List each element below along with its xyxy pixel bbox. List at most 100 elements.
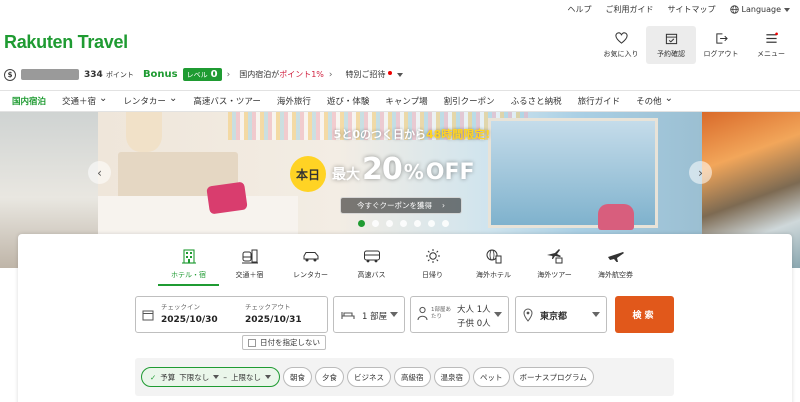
points-unit: ポイント <box>105 70 134 79</box>
location-pin-icon <box>523 308 533 322</box>
tab-overseas-flight[interactable]: 海外航空券 <box>585 246 646 286</box>
favorites-button[interactable]: お気に入り <box>596 26 646 64</box>
globe-hotel-icon <box>486 249 501 264</box>
filter-chip[interactable]: 高級宿 <box>394 367 431 387</box>
bonus-label[interactable]: Bonus <box>143 69 178 80</box>
tab-train-hotel[interactable]: 交通＋宿 <box>219 246 280 286</box>
date-range-field[interactable]: チェックイン 2025/10/30 チェックアウト 2025/10/31 <box>135 296 328 333</box>
filter-chip[interactable]: 温泉宿 <box>433 367 471 387</box>
nav-item[interactable]: 国内宿泊 <box>12 91 55 111</box>
budget-min: 下限なし <box>179 372 210 382</box>
checkout-date[interactable]: 2025/10/31 <box>245 315 302 325</box>
checkin-date[interactable]: 2025/10/30 <box>161 315 218 325</box>
filter-chip[interactable]: ビジネス <box>347 367 392 387</box>
tab-overseas-tour[interactable]: 海外ツアー <box>524 246 585 286</box>
carousel-prev-button[interactable]: ‹ <box>88 161 111 184</box>
carousel-dot[interactable] <box>358 220 365 227</box>
chevron-down-icon: ⌄ <box>99 93 108 104</box>
promo-highlight: ポイント1% <box>279 70 324 79</box>
reservation-button[interactable]: 予約確認 <box>646 26 696 64</box>
special-invite[interactable]: 特別ご招待 <box>346 69 403 80</box>
carousel-dot[interactable] <box>386 220 393 227</box>
points-promo[interactable]: 国内宿泊がポイント1% <box>239 69 324 80</box>
nav-item[interactable]: ふるさと納税 <box>511 91 571 111</box>
tab-overseas-hotel[interactable]: 海外ホテル <box>463 246 524 286</box>
plane-icon <box>607 252 624 262</box>
nav-item-label: ふるさと納税 <box>510 97 562 107</box>
destination-value: 東京都 <box>540 312 568 322</box>
rooms-select[interactable]: 1 部屋 <box>333 296 405 333</box>
per-room-label: 1部屋あたり <box>431 307 451 320</box>
points-value: 334 <box>84 69 103 80</box>
carousel-dot[interactable] <box>372 220 379 227</box>
filter-chip[interactable]: ペット <box>473 367 510 387</box>
menu-button[interactable]: メニュー <box>746 26 796 64</box>
guests-select[interactable]: 1部屋あたり 大人 1人 子供 0人 <box>410 296 509 333</box>
logout-button[interactable]: ログアウト <box>696 26 746 64</box>
chevron-down-icon <box>592 312 600 317</box>
calendar-check-icon <box>665 33 677 44</box>
checkbox-icon <box>248 338 256 347</box>
nav-item[interactable]: キャンプ場 <box>385 91 436 111</box>
guide-link[interactable]: ご利用ガイド <box>606 4 654 15</box>
search-button[interactable]: 検索 <box>615 296 674 333</box>
language-selector[interactable]: Language <box>729 5 790 14</box>
carousel-dot[interactable] <box>428 220 435 227</box>
filter-chip[interactable]: 夕食 <box>315 367 345 387</box>
budget-separator: – <box>223 372 228 382</box>
nav-item[interactable]: 割引クーポン <box>444 91 504 111</box>
tab-rental-car[interactable]: レンタカー <box>280 246 341 286</box>
tab-bus-label: 高速バス <box>357 271 386 279</box>
nav-item-label: 交通＋宿 <box>62 97 97 107</box>
plane-hotel-icon <box>546 249 562 264</box>
banner-headline: 5と0のつく日から48時間限定! <box>312 126 512 142</box>
chevron-right-icon: › <box>328 69 333 80</box>
budget-max: 上限なし <box>231 372 262 382</box>
logout-label: ログアウト <box>703 49 739 58</box>
no-date-checkbox[interactable]: 日付を指定しない <box>242 335 326 350</box>
banner-pillow <box>206 181 248 215</box>
favorites-label: お気に入り <box>603 49 639 58</box>
filter-chip[interactable]: ボーナスプログラム <box>512 367 594 387</box>
menu-icon <box>765 32 778 43</box>
get-coupon-button[interactable]: 今すぐクーポンを獲得 › <box>340 197 462 214</box>
train-hotel-icon <box>241 249 258 264</box>
tab-hotel[interactable]: ホテル・宿 <box>158 246 219 286</box>
today-badge: 本日 <box>290 156 326 192</box>
level-badge[interactable]: レベル 0 <box>182 68 222 81</box>
nav-item[interactable]: 旅行ガイド <box>578 91 630 111</box>
nav-item[interactable]: レンタカー ⌄ <box>123 91 186 111</box>
discount-text: 最大 20 % OFF <box>332 152 475 187</box>
nav-item-label: レンタカー <box>123 97 166 107</box>
level-value: 0 <box>210 69 218 80</box>
car-icon <box>303 252 318 262</box>
carousel-next-button[interactable]: › <box>689 161 712 184</box>
nav-item[interactable]: その他 ⌄ <box>636 91 682 111</box>
tab-day-trip[interactable]: 日帰り <box>402 246 463 286</box>
filter-chip[interactable]: 朝食 <box>283 367 313 387</box>
rakuten-travel-logo[interactable]: Rakuten Travel <box>4 32 128 53</box>
nav-item[interactable]: 遊び・体験 <box>327 91 379 111</box>
globe-icon <box>729 5 739 14</box>
nav-item[interactable]: 交通＋宿 ⌄ <box>62 91 116 111</box>
nav-item[interactable]: 海外旅行 <box>277 91 320 111</box>
carousel-dot[interactable] <box>400 220 407 227</box>
carousel-dot[interactable] <box>442 220 449 227</box>
nav-item[interactable]: 高速バス・ツアー <box>193 91 270 111</box>
main-nav: 国内宿泊 交通＋宿 ⌄ レンタカー ⌄ 高速バス・ツアー 海外旅行 遊び・体験 キャンプ場 割引ク… <box>0 90 800 112</box>
nav-item-label: その他 <box>636 97 662 107</box>
nav-item-label: 遊び・体験 <box>326 97 370 107</box>
tab-bus[interactable]: 高速バス <box>341 246 402 286</box>
carousel-dot[interactable] <box>414 220 421 227</box>
budget-filter[interactable]: ✓ 予算 下限なし – 上限なし <box>141 367 281 387</box>
chevron-down-icon <box>396 72 403 77</box>
chevron-left-icon: ‹ <box>97 165 102 180</box>
points-balance[interactable]: 334 ポイント <box>84 70 134 80</box>
help-link[interactable]: ヘルプ <box>568 4 592 15</box>
sitemap-link[interactable]: サイトマップ <box>668 4 716 15</box>
nav-item-label: 高速バス・ツアー <box>193 97 261 107</box>
children-value: 子供 0人 <box>457 319 491 329</box>
banner-headline-highlight: 48時間限定! <box>425 128 491 141</box>
reservation-label: 予約確認 <box>657 49 685 58</box>
destination-select[interactable]: 東京都 <box>515 296 607 333</box>
